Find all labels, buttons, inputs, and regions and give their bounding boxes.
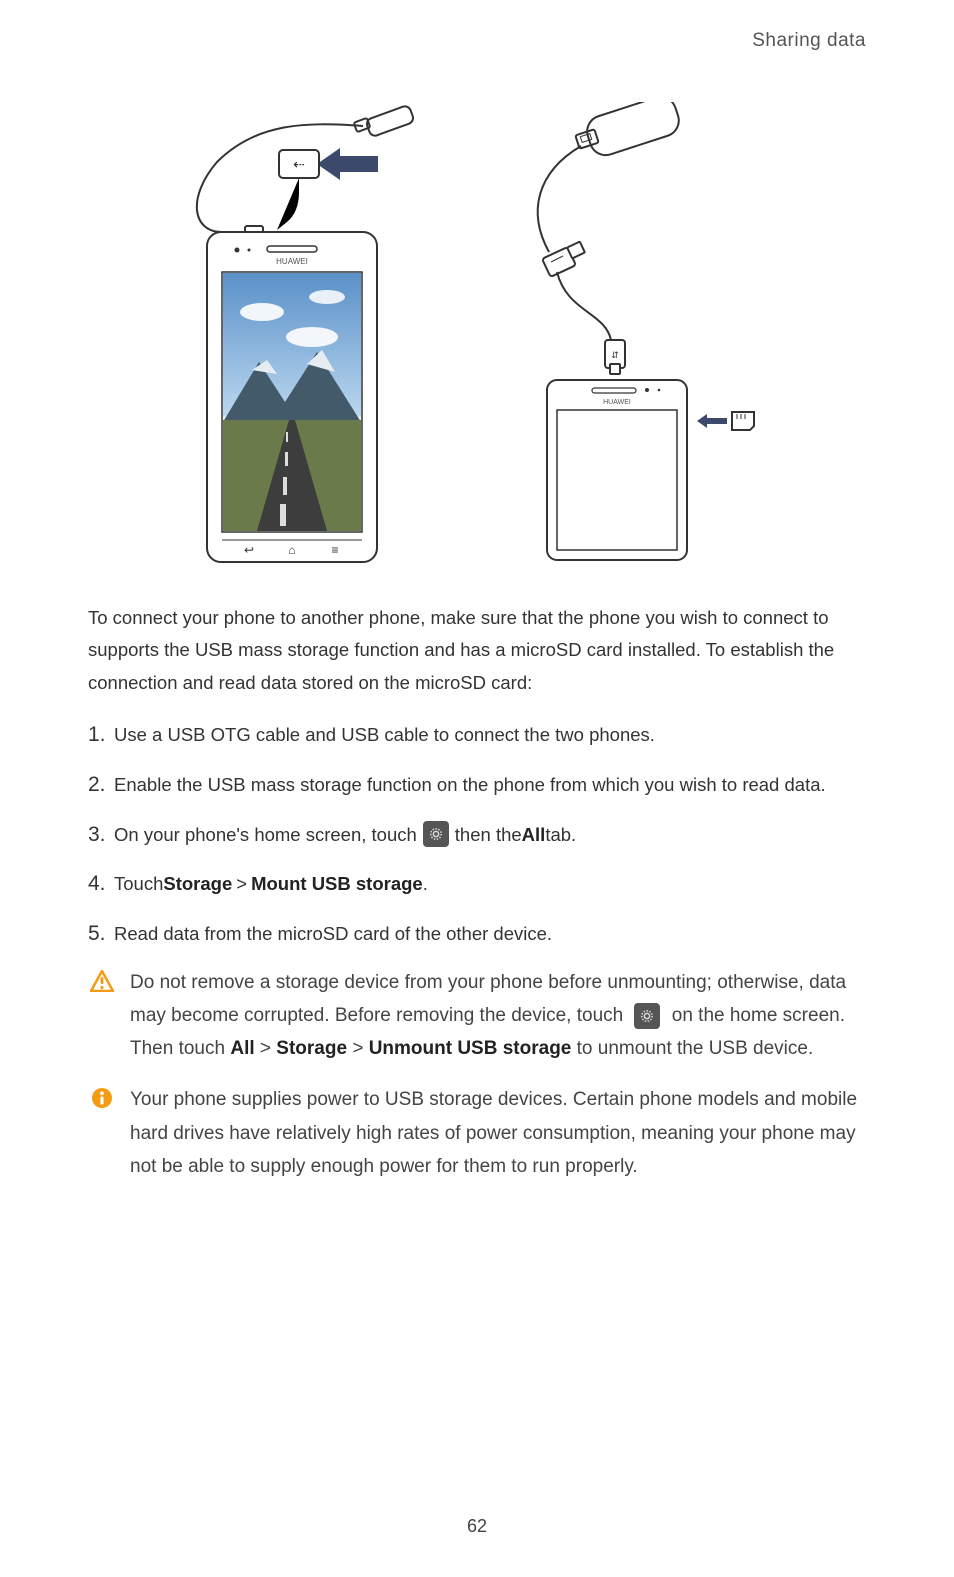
- step-number: 1.: [88, 717, 110, 753]
- warning-icon: [88, 970, 116, 992]
- step-text: Read data from the microSD card of the o…: [114, 918, 552, 949]
- svg-text:⇠: ⇠: [293, 156, 305, 172]
- step-1: 1. Use a USB OTG cable and USB cable to …: [88, 717, 866, 753]
- warning-text-bold: Storage: [276, 1038, 347, 1059]
- info-icon: [88, 1087, 116, 1109]
- steps-list: 1. Use a USB OTG cable and USB cable to …: [88, 717, 866, 951]
- illustration-row: ⇠ HUAWEI: [88, 102, 866, 572]
- warning-body: Do not remove a storage device from your…: [130, 966, 866, 1066]
- warning-text-bold: All: [230, 1038, 254, 1059]
- step-text-bold: Mount USB storage: [251, 868, 423, 899]
- step-text-part: On your phone's home screen, touch: [114, 819, 417, 850]
- step-number: 3.: [88, 817, 110, 853]
- illustration-right-phone-cable-chain: ⇵ HUAWEI: [497, 102, 787, 572]
- warning-separator: >: [352, 1038, 368, 1059]
- step-number: 2.: [88, 767, 110, 803]
- svg-text:↩: ↩: [244, 543, 254, 557]
- step-text-part: Touch: [114, 868, 163, 899]
- step-text-part: .: [423, 868, 428, 899]
- step-text-bold: All: [522, 819, 546, 850]
- info-text: Your phone supplies power to USB storage…: [130, 1089, 857, 1177]
- step-3: 3. On your phone's home screen, touch th…: [88, 817, 866, 853]
- warning-note: Do not remove a storage device from your…: [88, 966, 866, 1066]
- warning-text-bold: Unmount USB storage: [369, 1038, 572, 1059]
- intro-paragraph: To connect your phone to another phone, …: [88, 602, 866, 699]
- step-4: 4. Touch Storage > Mount USB storage .: [88, 866, 866, 902]
- step-text-bold: Storage: [163, 868, 232, 899]
- step-text-part: then the: [455, 819, 522, 850]
- step-text: Use a USB OTG cable and USB cable to con…: [114, 719, 655, 750]
- warning-text-part: to unmount the USB device.: [577, 1038, 814, 1059]
- step-number: 4.: [88, 866, 110, 902]
- step-text: Enable the USB mass storage function on …: [114, 769, 826, 800]
- step-2: 2. Enable the USB mass storage function …: [88, 767, 866, 803]
- illustration-left-phone-otg-usb: ⇠ HUAWEI: [167, 102, 437, 572]
- svg-text:⌂: ⌂: [288, 543, 295, 557]
- breadcrumb-text: Sharing data: [752, 30, 866, 51]
- settings-icon: [423, 821, 449, 847]
- svg-text:HUAWEI: HUAWEI: [276, 257, 308, 266]
- settings-icon: [634, 1003, 660, 1029]
- step-text-part: tab.: [545, 819, 576, 850]
- svg-text:≡: ≡: [331, 543, 338, 557]
- page-number: 62: [0, 1516, 954, 1537]
- step-5: 5. Read data from the microSD card of th…: [88, 916, 866, 952]
- warning-separator: >: [260, 1038, 276, 1059]
- info-note: Your phone supplies power to USB storage…: [88, 1083, 866, 1183]
- page-header: Sharing data: [88, 30, 866, 52]
- svg-text:HUAWEI: HUAWEI: [603, 399, 631, 406]
- step-separator: >: [236, 868, 247, 899]
- svg-text:⇵: ⇵: [611, 350, 619, 360]
- info-body: Your phone supplies power to USB storage…: [130, 1083, 866, 1183]
- step-number: 5.: [88, 916, 110, 952]
- document-page: Sharing data ⇠: [0, 0, 954, 1577]
